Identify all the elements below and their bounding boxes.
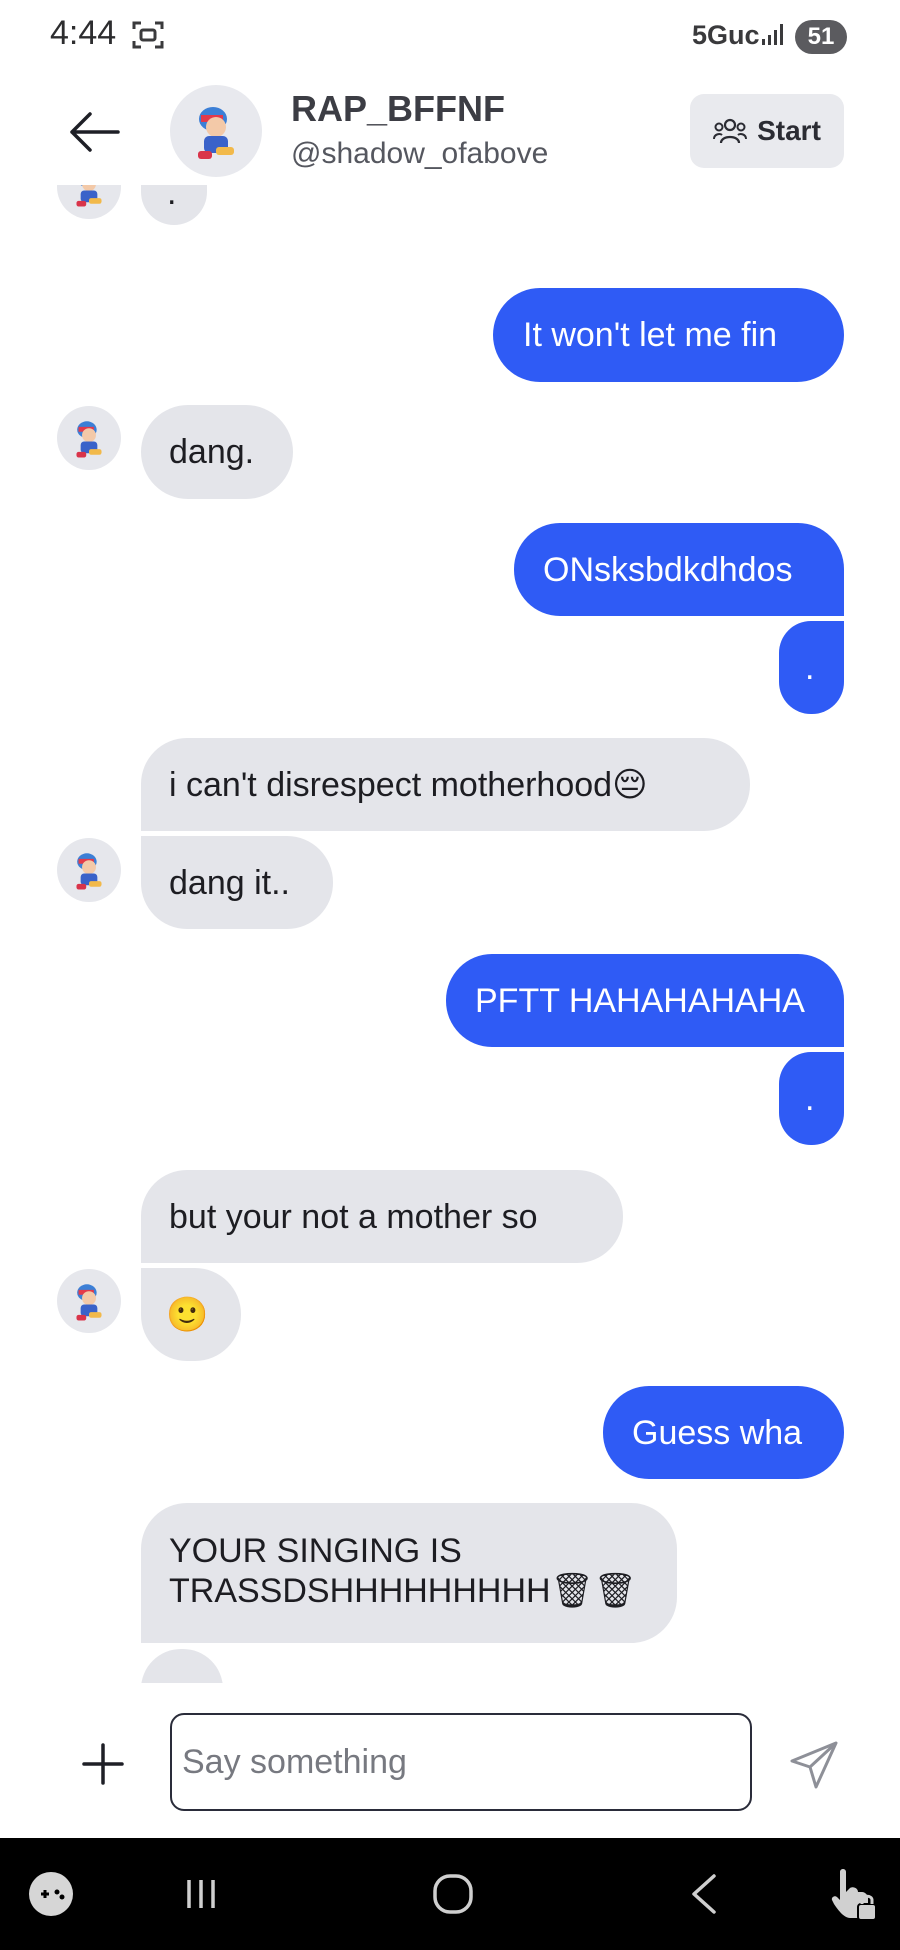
message-bubble-outgoing[interactable]: . bbox=[779, 621, 844, 714]
message-bubble-incoming[interactable] bbox=[141, 1649, 223, 1683]
avatar[interactable] bbox=[57, 185, 121, 219]
avatar-figure-icon bbox=[76, 853, 102, 890]
game-controller-icon[interactable] bbox=[26, 1864, 76, 1924]
message-text: It won't let me fin bbox=[523, 316, 778, 354]
message-text-line: TRASSDSHHHHHHHHH🗑🗑 bbox=[169, 1572, 637, 1610]
message-bubble-outgoing[interactable]: It won't let me fin bbox=[493, 288, 844, 382]
start-party-button[interactable]: Start bbox=[690, 94, 844, 168]
recent-apps-icon[interactable] bbox=[176, 1864, 226, 1924]
message-text: but your not a mother so bbox=[169, 1198, 538, 1236]
screen-capture-icon bbox=[132, 21, 164, 49]
system-nav-bar bbox=[0, 1838, 900, 1950]
avatar-figure-icon bbox=[76, 185, 102, 207]
status-time: 4:44 bbox=[50, 14, 117, 52]
message-text: . bbox=[805, 1080, 815, 1118]
avatar[interactable] bbox=[57, 1269, 121, 1333]
avatar-figure-icon bbox=[76, 421, 102, 458]
message-text: i can't disrespect motherhood😔 bbox=[169, 766, 648, 804]
message-list[interactable]: . It won't let me fin dang. ONsksbdkdhdo… bbox=[0, 185, 900, 1683]
message-bubble-incoming[interactable]: i can't disrespect motherhood😔 bbox=[141, 738, 750, 831]
status-bar: 4:44 5Guc 51 bbox=[0, 0, 900, 75]
message-text: . bbox=[805, 649, 815, 687]
touch-lock-icon[interactable] bbox=[826, 1864, 880, 1924]
message-input[interactable] bbox=[170, 1713, 752, 1811]
message-bubble-incoming[interactable]: dang. bbox=[141, 405, 293, 499]
message-bubble-outgoing[interactable]: . bbox=[779, 1052, 844, 1145]
message-text: PFTT HAHAHAHAHA bbox=[475, 982, 805, 1020]
avatar[interactable] bbox=[170, 85, 262, 177]
message-bubble-incoming[interactable]: dang it.. bbox=[141, 836, 333, 929]
message-text-line: YOUR SINGING IS bbox=[169, 1532, 462, 1570]
message-bubble-incoming[interactable]: 🙂 bbox=[141, 1268, 241, 1361]
back-icon[interactable] bbox=[684, 1864, 724, 1924]
plus-icon[interactable] bbox=[80, 1741, 126, 1787]
message-text: 🙂 bbox=[166, 1296, 209, 1334]
message-bubble-incoming[interactable]: but your not a mother so bbox=[141, 1170, 623, 1263]
message-text: dang. bbox=[169, 433, 255, 471]
message-composer bbox=[0, 1683, 900, 1838]
message-bubble-outgoing[interactable]: PFTT HAHAHAHAHA bbox=[446, 954, 844, 1047]
message-bubble-outgoing[interactable]: ONsksbdkdhdos bbox=[514, 523, 844, 616]
signal-icon bbox=[762, 24, 783, 45]
avatar[interactable] bbox=[57, 838, 121, 902]
people-group-icon bbox=[713, 118, 748, 144]
start-button-label: Start bbox=[757, 115, 821, 146]
avatar-figure-icon bbox=[76, 1284, 102, 1321]
message-text: ONsksbdkdhdos bbox=[543, 551, 793, 589]
message-bubble-incoming[interactable]: YOUR SINGING IS TRASSDSHHHHHHHHH🗑🗑 bbox=[141, 1503, 677, 1643]
paper-plane-icon[interactable] bbox=[788, 1739, 840, 1791]
contact-name: RAP_BFFNF bbox=[291, 88, 505, 129]
chat-header: RAP_BFFNF @shadow_ofabove Start bbox=[0, 75, 900, 185]
network-type: 5Guc bbox=[692, 20, 760, 50]
avatar-figure-icon bbox=[198, 107, 234, 159]
back-arrow-icon[interactable] bbox=[66, 107, 122, 157]
message-text: . bbox=[167, 185, 177, 212]
message-bubble-outgoing[interactable]: Guess wha bbox=[603, 1386, 844, 1479]
message-text: dang it.. bbox=[169, 864, 290, 902]
message-bubble-incoming[interactable]: . bbox=[141, 185, 207, 225]
message-text: Guess wha bbox=[632, 1414, 803, 1452]
battery-indicator: 51 bbox=[795, 20, 847, 54]
home-icon[interactable] bbox=[425, 1864, 481, 1924]
avatar[interactable] bbox=[57, 406, 121, 470]
contact-handle: @shadow_ofabove bbox=[291, 137, 549, 170]
